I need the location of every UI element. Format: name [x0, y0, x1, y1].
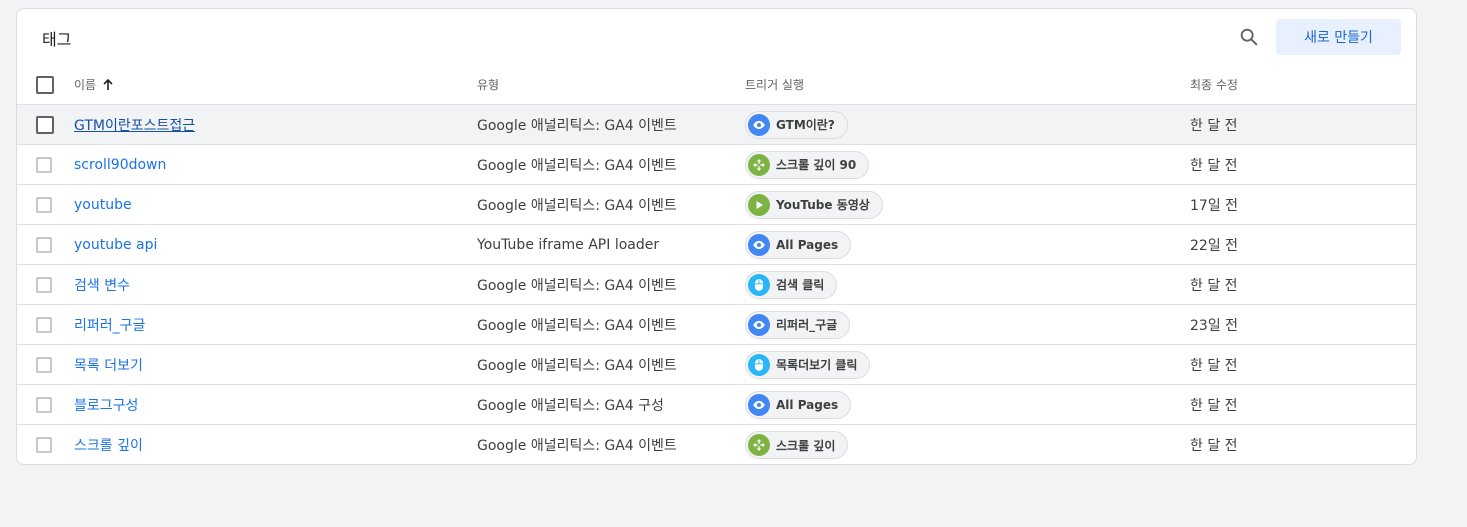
tag-name-link[interactable]: 스크롤 깊이 [74, 435, 143, 455]
new-tag-button[interactable]: 새로 만들기 [1276, 19, 1401, 55]
table-row[interactable]: 검색 변수 Google 애널리틱스: GA4 이벤트 검색 클릭 한 달 전 [17, 265, 1416, 305]
row-checkbox[interactable] [36, 437, 52, 453]
sort-ascending-icon [102, 78, 114, 91]
row-checkbox[interactable] [36, 276, 52, 293]
search-icon [1240, 28, 1258, 46]
last-modified: 한 달 전 [1190, 277, 1238, 294]
trigger-label: GTM이란? [776, 118, 835, 132]
tag-name-link[interactable]: scroll90down [74, 157, 166, 173]
eye-icon [748, 313, 770, 336]
last-modified: 23일 전 [1190, 317, 1239, 334]
page-title: 태그 [42, 30, 72, 49]
tag-type: Google 애널리틱스: GA4 이벤트 [477, 157, 677, 174]
trigger-chip[interactable]: 스크롤 깊이 [745, 431, 849, 459]
tag-type: Google 애널리틱스: GA4 이벤트 [477, 277, 677, 294]
column-header-type[interactable]: 유형 [477, 65, 499, 104]
row-checkbox[interactable] [36, 396, 52, 413]
trigger-label: 목록더보기 클릭 [776, 358, 858, 372]
table-row[interactable]: scroll90down Google 애널리틱스: GA4 이벤트 스크롤 깊이 … [17, 145, 1416, 185]
tag-type: YouTube iframe API loader [477, 236, 660, 253]
trigger-label: 리퍼러_구글 [776, 318, 838, 332]
trigger-chip[interactable]: YouTube 동영상 [745, 190, 883, 219]
trigger-chip[interactable]: 목록더보기 클릭 [745, 350, 871, 379]
tag-name-link[interactable]: youtube api [74, 237, 157, 253]
tag-name-link[interactable]: 검색 변수 [74, 275, 130, 295]
last-modified: 22일 전 [1190, 237, 1239, 254]
tag-type: Google 애널리틱스: GA4 이벤트 [477, 438, 677, 454]
table-row[interactable]: youtube Google 애널리틱스: GA4 이벤트 YouTube 동영상 1… [17, 185, 1416, 225]
row-checkbox[interactable] [36, 196, 52, 213]
select-all-checkbox[interactable] [36, 75, 54, 94]
tag-type: Google 애널리틱스: GA4 이벤트 [477, 317, 677, 334]
column-header-name[interactable]: 이름 [74, 65, 114, 104]
trigger-chip[interactable]: GTM이란? [745, 110, 848, 139]
trigger-chip[interactable]: 스크롤 깊이 90 [745, 150, 870, 179]
trigger-chip[interactable]: All Pages [745, 230, 852, 259]
mouse-icon [748, 353, 770, 376]
eye-icon [748, 233, 770, 256]
tag-type: Google 애널리틱스: GA4 구성 [477, 397, 664, 414]
row-checkbox[interactable] [36, 356, 52, 373]
search-button[interactable] [1235, 23, 1263, 51]
trigger-label: All Pages [776, 237, 839, 252]
card-header: 태그 새로 만들기 [17, 9, 1416, 65]
tag-name-link[interactable]: GTM이란포스트접근 [74, 115, 195, 135]
last-modified: 한 달 전 [1190, 397, 1238, 414]
table-row[interactable]: GTM이란포스트접근 Google 애널리틱스: GA4 이벤트 GTM이란? 한 달… [17, 105, 1416, 145]
row-checkbox[interactable] [36, 236, 52, 253]
tag-name-link[interactable]: 목록 더보기 [74, 355, 143, 375]
trigger-label: 검색 클릭 [776, 278, 825, 292]
last-modified: 한 달 전 [1190, 357, 1238, 374]
trigger-label: YouTube 동영상 [776, 198, 870, 212]
trigger-label: 스크롤 깊이 90 [776, 158, 857, 172]
last-modified: 한 달 전 [1190, 157, 1238, 174]
column-header-triggers[interactable]: 트리거 실행 [745, 65, 804, 104]
row-checkbox[interactable] [36, 316, 52, 333]
tags-table: 이름 유형 트리거 실행 최종 수정 GTM이란포스트접근 Google 애널리틱… [17, 65, 1416, 464]
table-row[interactable]: 스크롤 깊이 Google 애널리틱스: GA4 이벤트 스크롤 깊이 한 달 전 [17, 425, 1416, 464]
trigger-label: All Pages [776, 397, 839, 412]
tag-name-link[interactable]: 리퍼러_구글 [74, 315, 145, 335]
tag-type: Google 애널리틱스: GA4 이벤트 [477, 197, 677, 214]
tag-name-link[interactable]: 블로그구성 [74, 395, 138, 415]
scroll-arrows-icon [748, 434, 770, 456]
table-header-row: 이름 유형 트리거 실행 최종 수정 [17, 65, 1416, 105]
table-row[interactable]: 리퍼러_구글 Google 애널리틱스: GA4 이벤트 리퍼러_구글 23일 전 [17, 305, 1416, 345]
play-icon [748, 193, 770, 216]
trigger-chip[interactable]: 검색 클릭 [745, 270, 838, 299]
table-row[interactable]: youtube api YouTube iframe API loader All … [17, 225, 1416, 265]
trigger-label: 스크롤 깊이 [776, 438, 836, 453]
tag-type: Google 애널리틱스: GA4 이벤트 [477, 357, 677, 374]
trigger-chip[interactable]: All Pages [745, 390, 852, 419]
row-checkbox[interactable] [36, 115, 54, 134]
eye-icon [748, 393, 770, 416]
row-checkbox[interactable] [36, 156, 52, 173]
scroll-arrows-icon [748, 153, 770, 176]
table-row[interactable]: 블로그구성 Google 애널리틱스: GA4 구성 All Pages 한 달 전 [17, 385, 1416, 425]
last-modified: 한 달 전 [1190, 438, 1238, 454]
column-header-modified[interactable]: 최종 수정 [1190, 65, 1238, 104]
last-modified: 한 달 전 [1190, 117, 1238, 134]
tag-type: Google 애널리틱스: GA4 이벤트 [477, 117, 677, 134]
mouse-icon [748, 273, 770, 296]
tags-card: 태그 새로 만들기 이름 유형 트리거 실행 최종 수정 GTM이란포스트접근 G… [16, 8, 1417, 465]
eye-icon [748, 113, 770, 136]
trigger-chip[interactable]: 리퍼러_구글 [745, 310, 851, 339]
last-modified: 17일 전 [1190, 197, 1239, 214]
tag-name-link[interactable]: youtube [74, 197, 132, 213]
table-row[interactable]: 목록 더보기 Google 애널리틱스: GA4 이벤트 목록더보기 클릭 한 달 전 [17, 345, 1416, 385]
